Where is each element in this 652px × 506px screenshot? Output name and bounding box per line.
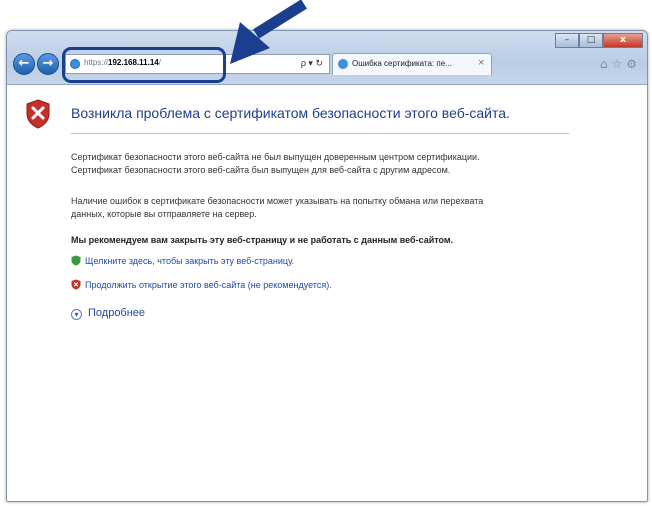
close-page-link[interactable]: Щелкните здесь, чтобы закрыть эту веб-ст…	[71, 255, 294, 269]
expand-icon: ▾	[71, 309, 82, 320]
warning-text: Наличие ошибок в сертификате безопасност…	[71, 195, 591, 221]
continue-link-text[interactable]: Продолжить открытие этого веб-сайта (не …	[85, 280, 332, 290]
more-info-label[interactable]: Подробнее	[88, 307, 145, 319]
warning-line: данных, которые вы отправляете на сервер…	[71, 209, 257, 219]
certificate-errors-text: Сертификат безопасности этого веб-сайта …	[71, 151, 591, 177]
annotation-arrow-icon	[230, 0, 307, 64]
close-page-link-text[interactable]: Щелкните здесь, чтобы закрыть эту веб-ст…	[85, 256, 294, 266]
page-content: Возникла проблема с сертификатом безопас…	[7, 85, 647, 501]
divider	[71, 133, 569, 134]
more-info-toggle[interactable]: ▾ Подробнее	[71, 307, 145, 320]
error-line: Сертификат безопасности этого веб-сайта …	[71, 152, 480, 162]
warning-line: Наличие ошибок в сертификате безопасност…	[71, 196, 484, 206]
continue-link[interactable]: Продолжить открытие этого веб-сайта (не …	[71, 279, 332, 293]
green-shield-icon	[71, 255, 81, 266]
error-line: Сертификат безопасности этого веб-сайта …	[71, 165, 451, 175]
recommendation-text: Мы рекомендуем вам закрыть эту веб-стран…	[71, 235, 454, 245]
red-shield-icon	[71, 279, 81, 290]
